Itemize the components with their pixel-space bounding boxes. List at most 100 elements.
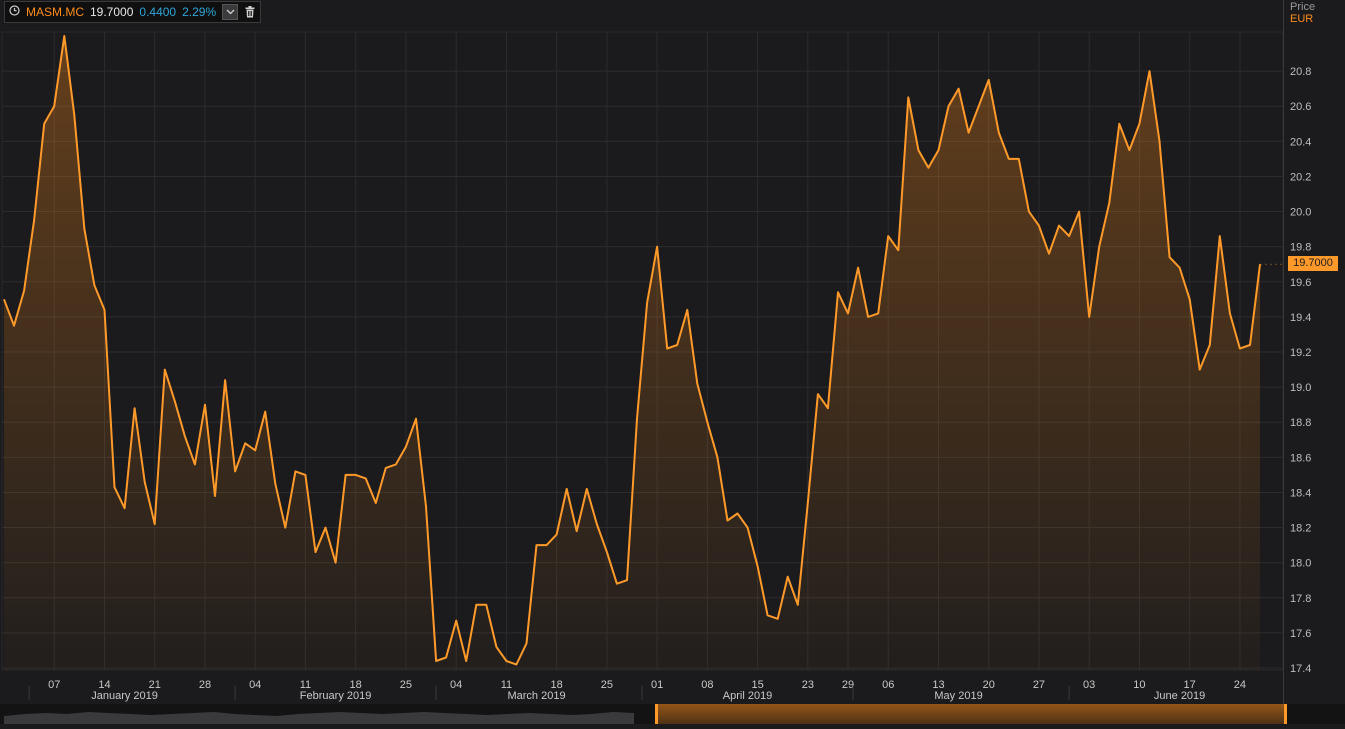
data-point: [927, 167, 929, 169]
data-point: [656, 246, 658, 248]
data-point: [536, 544, 538, 546]
data-point: [214, 495, 216, 497]
data-point: [435, 660, 437, 662]
month-label: January 2019: [91, 690, 158, 702]
instrument-legend[interactable]: MASM.MC 19.7000 0.4400 2.29%: [4, 1, 262, 23]
data-point: [103, 309, 105, 311]
x-tick-label: 23: [802, 679, 814, 691]
chart-canvas[interactable]: 17.4 17.6 17.8 18.0 18.2 18.4 18.6 18.8 19.0 19.2…: [0, 0, 1345, 724]
data-point: [415, 418, 417, 420]
data-point: [757, 565, 759, 567]
data-point: [455, 620, 457, 622]
chevron-down-icon[interactable]: [222, 4, 239, 20]
data-point: [184, 435, 186, 437]
data-point: [375, 502, 377, 504]
x-tick-label: 28: [199, 679, 211, 691]
data-point: [475, 604, 477, 606]
price-area: [4, 36, 1260, 670]
navigator-left-handle[interactable]: [655, 704, 658, 724]
currency-label: EUR: [1290, 13, 1314, 25]
data-point: [33, 219, 35, 221]
data-point: [747, 527, 749, 529]
data-point: [1229, 312, 1231, 314]
data-point: [395, 463, 397, 465]
x-tick-label: 04: [249, 679, 261, 691]
data-point: [546, 544, 548, 546]
data-point: [325, 527, 327, 529]
x-tick-label: 03: [1083, 679, 1095, 691]
data-point: [978, 105, 980, 107]
data-point: [857, 267, 859, 269]
x-tick-label: 20: [983, 679, 995, 691]
data-point: [274, 483, 276, 485]
data-point: [224, 379, 226, 381]
data-point: [606, 551, 608, 553]
data-point: [1098, 246, 1100, 248]
data-point: [807, 502, 809, 504]
month-label: March 2019: [507, 690, 565, 702]
instrument-symbol[interactable]: MASM.MC: [26, 5, 84, 19]
data-point: [1078, 211, 1080, 213]
data-point: [897, 249, 899, 251]
data-point: [958, 88, 960, 90]
data-point: [525, 642, 527, 644]
data-point: [1199, 369, 1201, 371]
data-point: [787, 576, 789, 578]
x-tick-label: 10: [1133, 679, 1145, 691]
navigator-selection[interactable]: [656, 704, 1286, 724]
data-point: [294, 470, 296, 472]
y-tick-label: 20.4: [1290, 136, 1311, 148]
data-point: [576, 530, 578, 532]
data-point: [23, 290, 25, 292]
month-label: June 2019: [1154, 690, 1205, 702]
data-point: [1128, 149, 1130, 151]
price-chart[interactable]: 17.4 17.6 17.8 18.0 18.2 18.4 18.6 18.8 19.0 19.2…: [0, 0, 1345, 724]
data-point: [244, 442, 246, 444]
data-point: [3, 298, 5, 300]
data-point: [154, 523, 156, 525]
data-point: [314, 551, 316, 553]
data-point: [827, 407, 829, 409]
data-point: [194, 463, 196, 465]
data-point: [837, 291, 839, 293]
data-point: [847, 312, 849, 314]
y-tick-label: 18.2: [1290, 523, 1311, 535]
x-tick-label: 25: [400, 679, 412, 691]
data-point: [1169, 256, 1171, 258]
data-point: [716, 456, 718, 458]
data-point: [465, 660, 467, 662]
y-tick-label: 18.6: [1290, 452, 1311, 464]
data-point: [1179, 267, 1181, 269]
data-point: [1189, 298, 1191, 300]
data-point: [646, 302, 648, 304]
data-point: [626, 579, 628, 581]
data-point: [907, 96, 909, 98]
y-tick-label: 18.4: [1290, 487, 1311, 499]
y-tick-label: 20.0: [1290, 207, 1311, 219]
data-point: [596, 523, 598, 525]
trash-icon[interactable]: [244, 5, 256, 19]
data-point: [93, 284, 95, 286]
price-axis-label: Price: [1290, 1, 1316, 13]
y-tick-label: 19.6: [1290, 277, 1311, 289]
last-value-tag: 19.7000: [1288, 256, 1338, 271]
data-point: [1108, 202, 1110, 204]
data-point: [586, 488, 588, 490]
data-point: [566, 488, 568, 490]
y-tick-label: 18.8: [1290, 417, 1311, 429]
x-tick-label: 04: [450, 679, 462, 691]
data-point: [264, 411, 266, 413]
navigator-right-handle[interactable]: [1284, 704, 1287, 724]
data-point: [686, 309, 688, 311]
data-point: [425, 505, 427, 507]
data-point: [485, 604, 487, 606]
data-point: [134, 407, 136, 409]
data-point: [616, 583, 618, 585]
clock-icon: [9, 5, 20, 19]
data-point: [666, 347, 668, 349]
data-point: [676, 344, 678, 346]
data-point: [1068, 235, 1070, 237]
data-point: [767, 614, 769, 616]
y-tick-label: 20.6: [1290, 101, 1311, 113]
data-point: [1209, 344, 1211, 346]
